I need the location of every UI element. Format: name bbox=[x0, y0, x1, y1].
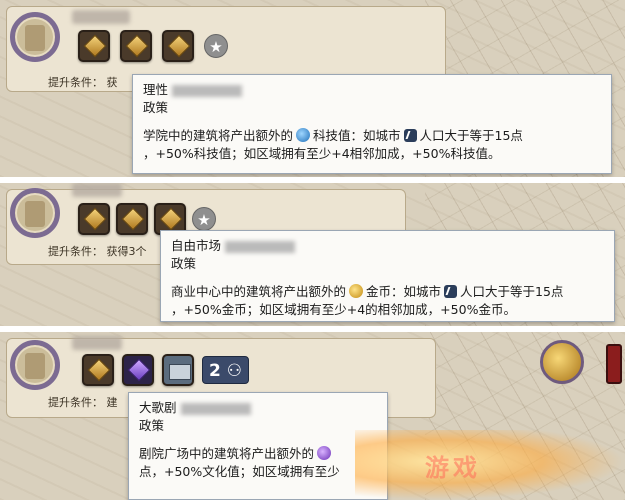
count-badge: 2 ⚇ bbox=[202, 356, 250, 384]
red-slot[interactable] bbox=[606, 344, 622, 384]
upgrade-condition: 提升条件： 建 bbox=[48, 396, 118, 409]
upgrade-condition: 提升条件： 获得3个 bbox=[48, 245, 147, 258]
scroll-icon bbox=[25, 201, 45, 227]
policy-panel-1: ★ 提升条件： 获 理性 政策 学院中的建筑将产出额外的 科技值：如城市 人口大于等… bbox=[0, 0, 625, 177]
tooltip-subtitle: 政策 bbox=[143, 100, 169, 115]
gem-slot-1[interactable] bbox=[82, 354, 114, 386]
tooltip-subtitle: 政策 bbox=[139, 418, 165, 433]
blurred-name bbox=[72, 336, 122, 350]
gem-slot-purple[interactable] bbox=[122, 354, 154, 386]
tooltip-title: 理性 bbox=[143, 81, 601, 99]
blurred-name bbox=[72, 10, 130, 24]
culture-icon bbox=[317, 446, 332, 460]
gem-slot-2[interactable] bbox=[120, 30, 152, 62]
population-icon bbox=[403, 129, 417, 142]
tooltip-line-1: 商业中心中的建筑将产出额外的 金币：如城市 人口大于等于15点 bbox=[171, 284, 564, 299]
science-icon bbox=[296, 128, 311, 142]
tooltip-line-2: ，+50%金币；如区域拥有至少+4的相邻加成，+50%金币。 bbox=[171, 302, 516, 317]
tooltip-title: 自由市场 bbox=[171, 237, 604, 255]
scroll-icon bbox=[25, 25, 45, 51]
policy-panel-2: ★ 提升条件： 获得3个 自由市场 政策 商业中心中的建筑将产出额外的 金币：如城… bbox=[0, 183, 625, 326]
leader-portrait[interactable] bbox=[10, 188, 60, 238]
policy-tooltip: 大歌剧 政策 剧院广场中的建筑将产出额外的 点，+50%文化值；如区域拥有至少 bbox=[128, 392, 388, 500]
tooltip-title: 大歌剧 bbox=[139, 399, 377, 417]
tooltip-line-2: 点，+50%文化值；如区域拥有至少 bbox=[139, 464, 340, 479]
scroll-icon bbox=[25, 353, 45, 379]
leader-portrait[interactable] bbox=[10, 340, 60, 390]
blurred-name bbox=[72, 183, 122, 197]
tooltip-subtitle: 政策 bbox=[171, 256, 197, 271]
gold-medal-icon[interactable] bbox=[540, 340, 584, 384]
tooltip-line-1: 学院中的建筑将产出额外的 科技值：如城市 人口大于等于15点 bbox=[143, 128, 523, 143]
gem-slot-1[interactable] bbox=[78, 30, 110, 62]
policy-panel-3: 2 ⚇ 提升条件： 建 大歌剧 政策 剧院广场中的建筑将产出额外的 点，+50%… bbox=[0, 332, 625, 500]
building-icon[interactable] bbox=[162, 354, 194, 386]
gem-slot-1[interactable] bbox=[78, 203, 110, 235]
star-icon[interactable]: ★ bbox=[204, 34, 228, 58]
gem-slot-3[interactable] bbox=[162, 30, 194, 62]
tooltip-line-2: ，+50%科技值；如区域拥有至少+4相邻加成，+50%科技值。 bbox=[143, 146, 501, 161]
policy-tooltip: 理性 政策 学院中的建筑将产出额外的 科技值：如城市 人口大于等于15点 ，+50%… bbox=[132, 74, 612, 174]
tooltip-line-1: 剧院广场中的建筑将产出额外的 bbox=[139, 445, 377, 463]
policy-tooltip: 自由市场 政策 商业中心中的建筑将产出额外的 金币：如城市 人口大于等于15点 ，+… bbox=[160, 230, 615, 322]
upgrade-condition: 提升条件： 获 bbox=[48, 76, 118, 89]
leader-portrait[interactable] bbox=[10, 12, 60, 62]
star-icon[interactable]: ★ bbox=[192, 207, 216, 231]
population-icon bbox=[444, 285, 458, 298]
gold-icon bbox=[349, 284, 364, 298]
gem-slot-2[interactable] bbox=[116, 203, 148, 235]
